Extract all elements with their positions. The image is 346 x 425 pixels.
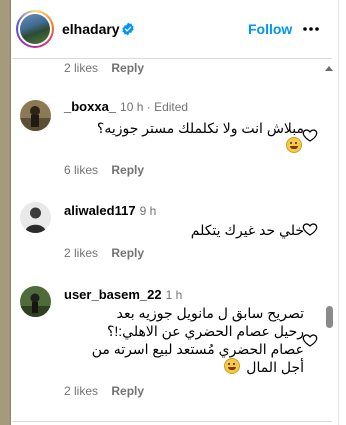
like-count[interactable]: 6 likes bbox=[64, 163, 98, 177]
grinning-face-emoji bbox=[224, 358, 241, 374]
avatar[interactable] bbox=[20, 202, 51, 233]
avatar-photo bbox=[20, 14, 50, 44]
divider bbox=[12, 421, 332, 422]
like-count[interactable]: 2 likes bbox=[64, 246, 98, 260]
comment-text: خلي حد غيرك يتكلم bbox=[190, 222, 304, 238]
like-count[interactable]: 2 likes bbox=[64, 61, 98, 75]
reply-button[interactable]: Reply bbox=[111, 61, 144, 75]
comment-username[interactable]: _boxxa_ bbox=[64, 99, 116, 114]
heart-outline-icon[interactable] bbox=[302, 332, 318, 348]
comment-meta: 2 likes Reply bbox=[64, 246, 154, 260]
heart-outline-icon[interactable] bbox=[302, 127, 318, 143]
scroll-up-arrow-icon[interactable] bbox=[324, 64, 334, 72]
heart-outline-icon[interactable] bbox=[302, 221, 318, 237]
reply-button[interactable]: Reply bbox=[111, 163, 144, 177]
comment-meta: 2 likes Reply bbox=[64, 384, 154, 398]
scrollbar-thumb[interactable] bbox=[326, 306, 333, 328]
comment-time: 10 h · Edited bbox=[120, 100, 189, 114]
like-count[interactable]: 2 likes bbox=[64, 384, 98, 398]
reply-button[interactable]: Reply bbox=[111, 246, 144, 260]
comment-username[interactable]: aliwaled117 bbox=[64, 203, 136, 218]
follow-button[interactable]: Follow bbox=[248, 21, 292, 37]
post-username[interactable]: elhadary bbox=[62, 21, 120, 37]
grinning-face-emoji bbox=[286, 137, 302, 153]
background-strip-edge bbox=[10, 0, 11, 425]
comment-text: تصريح سابق ل مانويل جوزيه بعد رحيل عصام … bbox=[91, 305, 304, 375]
post-header: elhadary Follow bbox=[12, 0, 332, 59]
avatar[interactable] bbox=[20, 100, 51, 131]
comment-username[interactable]: user_basem_22 bbox=[64, 287, 162, 302]
scroll-track[interactable] bbox=[338, 0, 346, 425]
more-options-icon[interactable] bbox=[302, 22, 320, 36]
comment-time: 1 h bbox=[165, 288, 183, 302]
reply-button[interactable]: Reply bbox=[111, 384, 144, 398]
comment-text: مبلاش انت ولا نكلملك مستر جوزيه؟ bbox=[84, 119, 304, 155]
comment-time: 9 h bbox=[139, 204, 157, 218]
background-strip bbox=[0, 0, 10, 425]
avatar[interactable] bbox=[16, 10, 54, 48]
comment-meta: 2 likes Reply bbox=[64, 61, 154, 75]
avatar[interactable] bbox=[20, 286, 51, 317]
verified-badge-icon bbox=[122, 22, 134, 36]
comment-meta: 6 likes Reply bbox=[64, 163, 154, 177]
